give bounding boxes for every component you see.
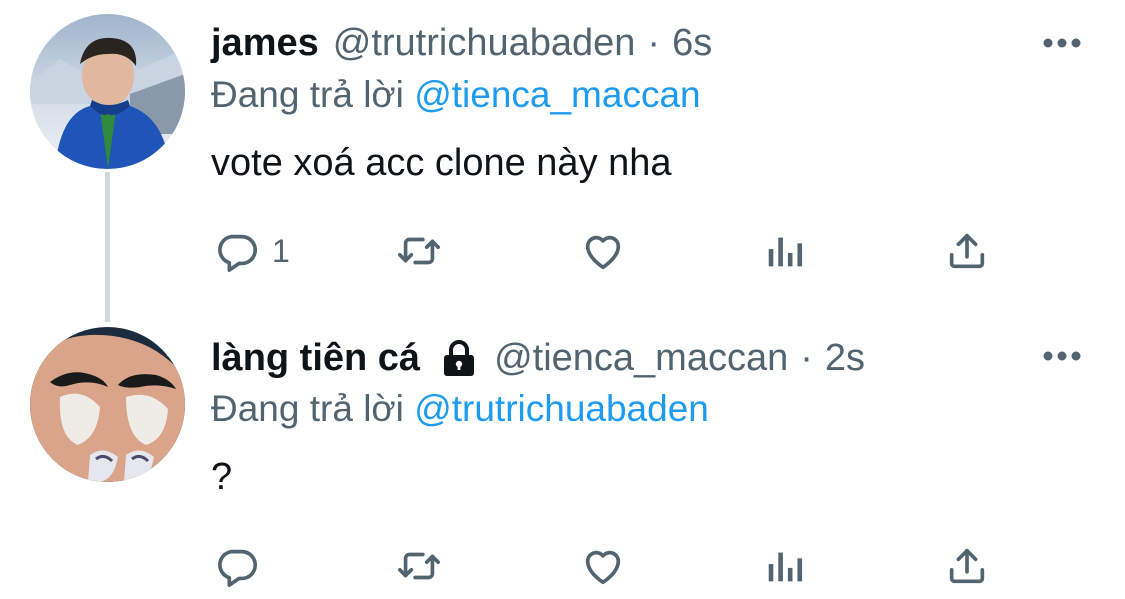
retweet-button[interactable] bbox=[396, 226, 442, 276]
replying-to-label: Đang trả lời bbox=[211, 388, 404, 429]
tweet-text: vote xoá acc clone này nha bbox=[211, 142, 672, 184]
retweet-button[interactable] bbox=[396, 541, 442, 591]
heart-icon bbox=[585, 235, 621, 270]
tweet-text: ? bbox=[211, 456, 233, 498]
tweet-header: làng tiên cá @tienca_maccan · 2s bbox=[211, 333, 865, 383]
reply-button[interactable] bbox=[214, 541, 272, 591]
like-button[interactable] bbox=[580, 541, 626, 591]
replying-to-link[interactable]: @tienca_maccan bbox=[414, 74, 700, 115]
user-handle[interactable]: @trutrichuabaden bbox=[333, 22, 636, 65]
analytics-bars-icon bbox=[768, 552, 803, 582]
separator-dot: · bbox=[647, 21, 661, 64]
replying-to: Đang trả lời @tienca_maccan bbox=[211, 74, 701, 118]
analytics-button[interactable] bbox=[762, 226, 808, 276]
share-button[interactable] bbox=[944, 226, 990, 276]
share-upload-icon bbox=[949, 548, 985, 584]
reply-bubble-icon bbox=[218, 549, 258, 587]
tweet-actions bbox=[0, 541, 1125, 591]
replying-to-link[interactable]: @trutrichuabaden bbox=[414, 388, 709, 429]
retweet-icon bbox=[398, 552, 440, 580]
avatar[interactable] bbox=[30, 327, 185, 482]
tweet-actions: 1 bbox=[0, 226, 1125, 276]
analytics-button[interactable] bbox=[762, 541, 808, 591]
reply-bubble-icon bbox=[218, 234, 258, 272]
tweet[interactable]: james @trutrichuabaden · 6s Đang trả lời… bbox=[0, 0, 1125, 322]
more-horizontal-icon[interactable] bbox=[1043, 350, 1081, 362]
reply-count: 1 bbox=[272, 232, 290, 269]
replying-to: Đang trả lời @trutrichuabaden bbox=[211, 388, 709, 432]
timestamp[interactable]: 2s bbox=[825, 337, 865, 380]
tweet-header: james @trutrichuabaden · 6s bbox=[211, 18, 712, 68]
tweet[interactable]: làng tiên cá @tienca_maccan · 2s Đang tr… bbox=[0, 310, 1125, 599]
display-name[interactable]: james bbox=[211, 22, 319, 65]
lock-icon bbox=[444, 340, 475, 376]
retweet-icon bbox=[398, 237, 440, 265]
user-handle[interactable]: @tienca_maccan bbox=[494, 337, 788, 380]
timestamp[interactable]: 6s bbox=[672, 22, 712, 65]
separator-dot: · bbox=[800, 336, 813, 379]
like-button[interactable] bbox=[580, 226, 626, 276]
reply-button[interactable]: 1 bbox=[214, 226, 290, 276]
display-name[interactable]: làng tiên cá bbox=[211, 337, 420, 380]
replying-to-label: Đang trả lời bbox=[211, 74, 404, 115]
share-button[interactable] bbox=[944, 541, 990, 591]
share-upload-icon bbox=[949, 233, 985, 269]
analytics-bars-icon bbox=[768, 237, 803, 267]
avatar[interactable] bbox=[30, 14, 185, 169]
more-horizontal-icon[interactable] bbox=[1043, 37, 1081, 49]
heart-icon bbox=[585, 550, 621, 585]
